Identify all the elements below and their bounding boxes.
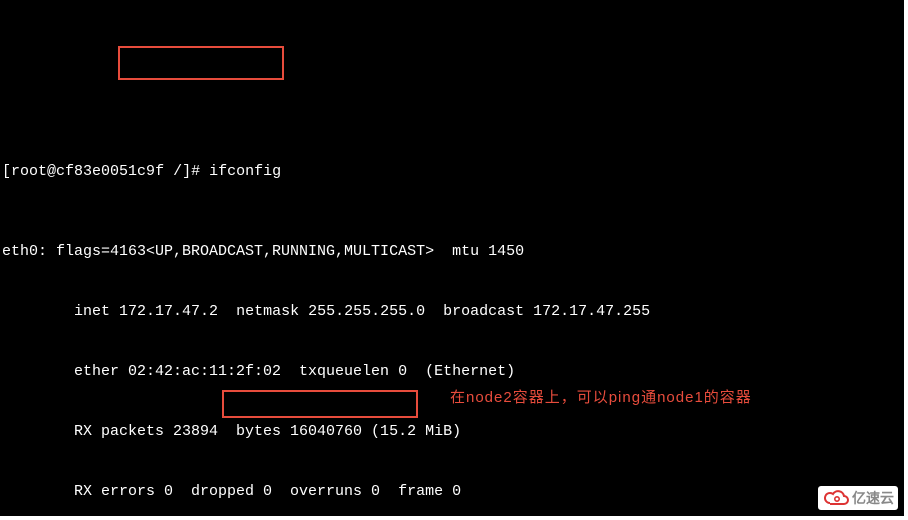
inet-suffix: netmask 255.255.255.0 broadcast 172.17.4… <box>218 302 650 322</box>
terminal-window[interactable]: [root@cf83e0051c9f /]# ifconfig eth0: fl… <box>0 0 904 516</box>
terminal-line <box>2 62 904 82</box>
cloud-icon <box>822 488 850 508</box>
watermark-logo: 亿速云 <box>818 486 898 510</box>
eth0-rx-errors: RX errors 0 dropped 0 overruns 0 frame 0 <box>2 482 904 502</box>
annotation-text: 在node2容器上，可以ping通node1的容器 <box>450 388 870 408</box>
host: cf83e0051c9f <box>56 163 164 180</box>
inet-prefix: inet <box>2 302 119 322</box>
eth0-rx-packets: RX packets 23894 bytes 16040760 (15.2 Mi… <box>2 422 904 442</box>
eth0-inet: inet 172.17.47.2 netmask 255.255.255.0 b… <box>2 302 904 322</box>
user: root <box>11 163 47 180</box>
path: / <box>173 163 182 180</box>
highlight-box-ping-cmd <box>222 390 418 418</box>
eth0-ether: ether 02:42:ac:11:2f:02 txqueuelen 0 (Et… <box>2 362 904 382</box>
shell-prompt-ifconfig: [root@cf83e0051c9f /]# ifconfig <box>2 162 904 182</box>
eth0-ip: 172.17.47.2 <box>119 302 218 322</box>
watermark-text: 亿速云 <box>852 488 894 508</box>
command: ifconfig <box>209 163 281 180</box>
eth0-header: eth0: flags=4163<UP,BROADCAST,RUNNING,MU… <box>2 242 904 262</box>
